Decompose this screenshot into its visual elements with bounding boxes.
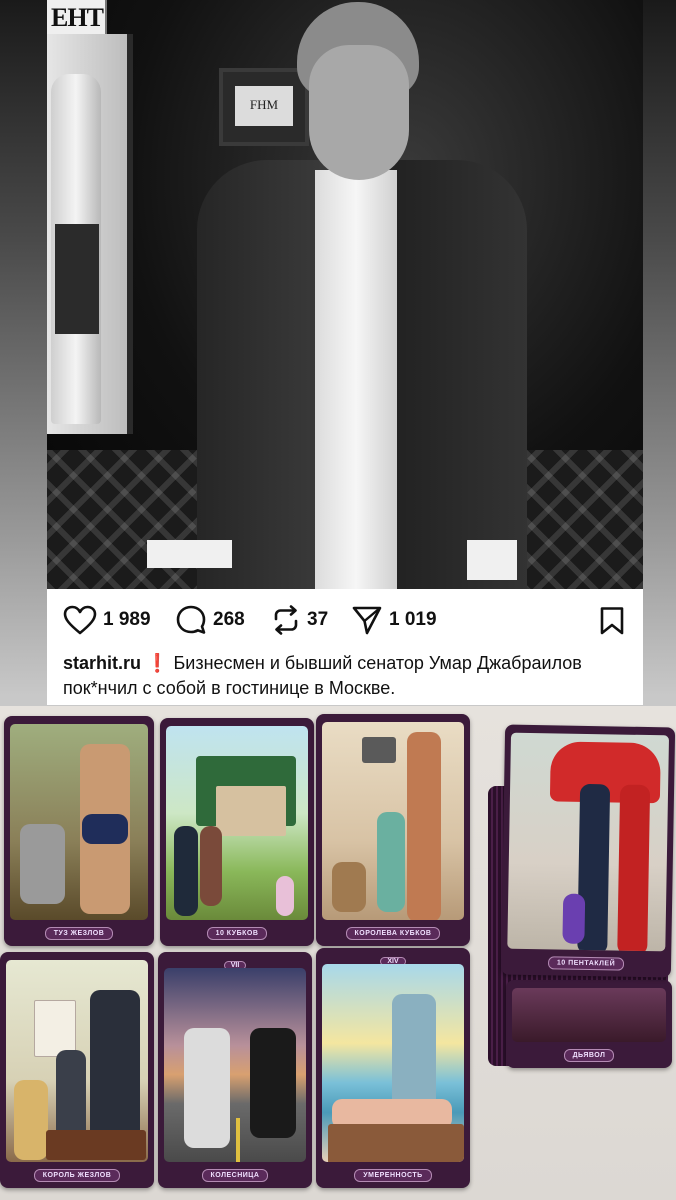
bookmark-button[interactable] [599,606,625,641]
photo-sign: ЕНТ [47,0,107,34]
card-label: КОРОЛЬ ЖЕЗЛОВ [33,1169,121,1182]
repost-count: 37 [307,609,329,630]
tarot-card-king-wands: КОРОЛЬ ЖЕЗЛОВ [0,952,154,1188]
photo-sign-text: ЕНТ [51,3,104,32]
share-icon [352,606,382,635]
photo-vitrine [47,34,133,434]
comment-icon [176,605,206,634]
person-cuff-right [467,540,517,580]
card-label: 10 ПЕНТАКЛЕЙ [547,956,625,971]
card-label: 10 КУБКОВ [206,927,268,940]
tarot-card-10-pentacles: 10 ПЕНТАКЛЕЙ [500,724,676,978]
person-shirt [315,170,397,589]
bookmark-icon [600,607,624,635]
person-cuff-left [147,540,232,568]
like-button[interactable]: 1 989 [63,603,151,637]
story-frame: ЕНТ FHM 1 989 268 37 1 019 starhit.ru ❗ … [0,0,676,1200]
caption-username[interactable]: starhit.ru [63,653,141,673]
tarot-card-queen-cups: КОРОЛЕВА КУБКОВ [316,714,470,946]
person-face [309,45,409,180]
card-label: КОРОЛЕВА КУБКОВ [345,927,441,940]
photo-person [147,0,547,589]
comment-count: 268 [213,609,245,630]
photo-bottle-label [55,224,99,334]
tarot-card-devil: ДЬЯВОЛ [506,980,672,1068]
like-count: 1 989 [103,609,151,630]
post-caption: starhit.ru ❗ Бизнесмен и бывший сенатор … [63,651,633,701]
card-label: ДЬЯВОЛ [563,1049,615,1062]
instagram-post: ЕНТ FHM 1 989 268 37 1 019 starhit.ru ❗ … [47,0,643,705]
tarot-card-10-cups: 10 КУБКОВ [160,718,314,946]
comment-button[interactable]: 268 [175,603,245,637]
tarot-cards-photo: ДЬЯВОЛ 10 ПЕНТАКЛЕЙ ТУЗ ЖЕЗЛОВ 10 КУБКОВ… [0,706,676,1200]
tarot-card-chariot: VII КОЛЕСНИЦА [158,952,312,1188]
post-photo[interactable]: ЕНТ FHM [47,0,643,589]
share-count: 1 019 [389,609,437,630]
post-actions-bar: 1 989 268 37 1 019 [47,589,643,651]
share-button[interactable]: 1 019 [351,603,437,637]
card-label: КОЛЕСНИЦА [201,1169,269,1182]
card-label: ТУЗ ЖЕЗЛОВ [44,927,114,940]
tarot-card-temperance: XIV УМЕРЕННОСТЬ [316,948,470,1188]
card-label: УМЕРЕННОСТЬ [354,1169,432,1182]
repost-button[interactable]: 37 [271,603,328,637]
caption-text: Бизнесмен и бывший сенатор Умар Джабраил… [63,653,582,698]
caption-alert-icon: ❗ [146,653,169,673]
repost-icon [274,605,298,635]
tarot-card-ace-wands: ТУЗ ЖЕЗЛОВ [4,716,154,946]
heart-icon [63,605,97,635]
